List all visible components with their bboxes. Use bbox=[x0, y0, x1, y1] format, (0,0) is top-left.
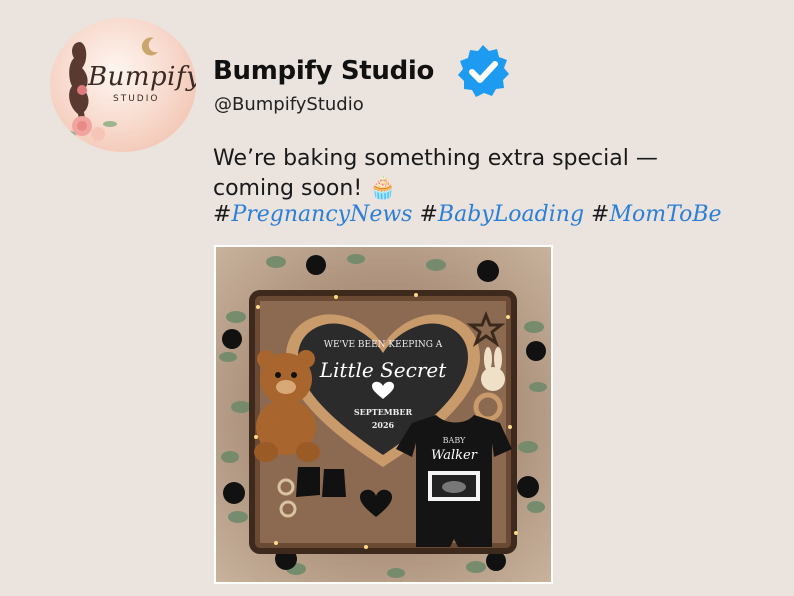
moon-icon bbox=[141, 37, 158, 56]
onesie-line-1: BABY bbox=[443, 436, 466, 445]
sign-line-1: WE'VE BEEN KEEPING A bbox=[324, 340, 443, 350]
flowers-icon bbox=[64, 116, 117, 141]
account-handle[interactable]: @BumpifyStudio bbox=[214, 94, 364, 115]
profile-avatar[interactable]: Bumpify STUDIO bbox=[50, 18, 196, 152]
post-text: We’re baking something extra special — c… bbox=[213, 144, 773, 204]
account-name[interactable]: Bumpify Studio bbox=[213, 56, 434, 86]
hashtag-link[interactable]: MomToBe bbox=[609, 202, 721, 227]
logo-text: Bumpify bbox=[88, 62, 196, 92]
post-image[interactable]: WE'VE BEEN KEEPING A Little Secret SEPTE… bbox=[214, 245, 553, 584]
sign-year: 2026 bbox=[372, 420, 395, 430]
onesie-line-2: Walker bbox=[431, 448, 478, 463]
verified-badge-icon bbox=[458, 45, 509, 97]
sign-month: SEPTEMBER bbox=[354, 407, 413, 417]
hashtag-link[interactable]: BabyLoading bbox=[438, 202, 584, 227]
hashtag-link[interactable]: PregnancyNews bbox=[231, 202, 412, 227]
hashtags: #PregnancyNews #BabyLoading #MomToBe bbox=[213, 202, 722, 227]
logo-subtext: STUDIO bbox=[113, 94, 160, 104]
post-text-line-1: We’re baking something extra special — bbox=[213, 146, 658, 171]
announcement-photo: WE'VE BEEN KEEPING A Little Secret SEPTE… bbox=[216, 247, 551, 582]
sign-line-2: Little Secret bbox=[319, 358, 447, 382]
